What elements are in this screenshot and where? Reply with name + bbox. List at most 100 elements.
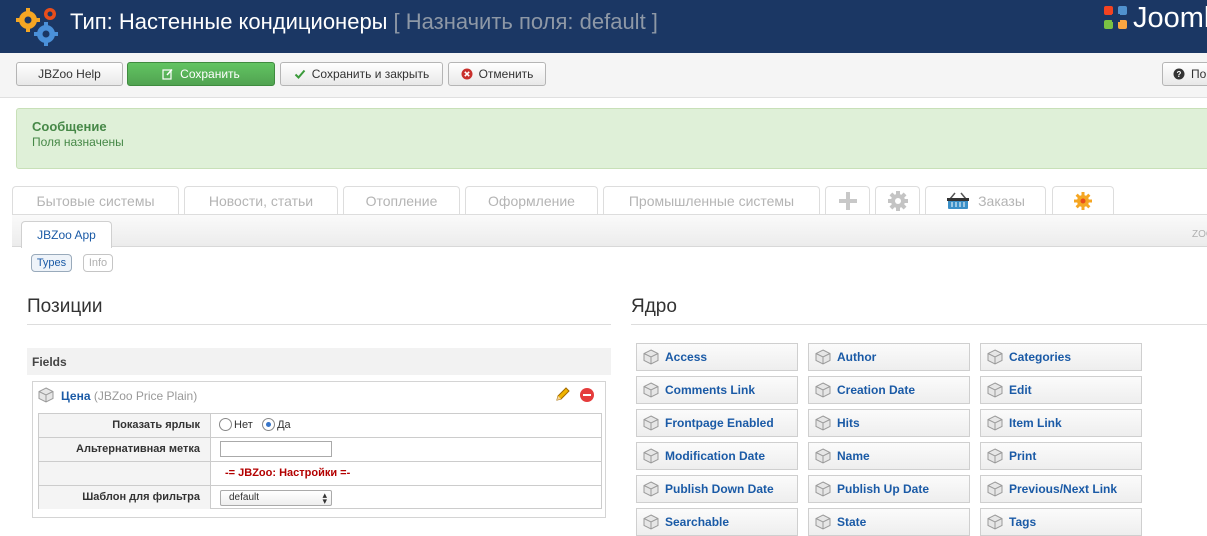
select-arrows-icon: ▴ ▾ bbox=[322, 490, 327, 506]
app-header: Тип: Настенные кондиционеры[ Назначить п… bbox=[0, 0, 1207, 53]
cancel-label: Отменить bbox=[478, 67, 534, 81]
field-title: Цена (JBZoo Price Plain) bbox=[61, 389, 197, 403]
core-element-modification-date[interactable]: Modification Date bbox=[636, 442, 798, 470]
cancel-button[interactable]: Отменить bbox=[448, 62, 546, 86]
core-element-hits[interactable]: Hits bbox=[808, 409, 970, 437]
filter-template-select[interactable]: default ▴ ▾ bbox=[220, 490, 332, 506]
core-element-state[interactable]: State bbox=[808, 508, 970, 536]
filter-template-row: Шаблон для фильтра default ▴ ▾ bbox=[39, 486, 601, 510]
core-element-publish-down-date[interactable]: Publish Down Date bbox=[636, 475, 798, 503]
tab-news-articles[interactable]: Новости, статьи bbox=[184, 186, 338, 215]
radio-yes-label: Да bbox=[277, 418, 291, 431]
tab-design[interactable]: Оформление bbox=[465, 186, 598, 215]
core-element-label: Creation Date bbox=[837, 383, 916, 397]
cube-icon bbox=[815, 448, 831, 464]
alt-label-label: Альтернативная метка bbox=[39, 438, 211, 461]
cube-icon bbox=[643, 349, 659, 365]
options-label: По bbox=[1191, 67, 1207, 81]
cube-icon bbox=[987, 481, 1003, 497]
radio-yes[interactable]: Да bbox=[262, 418, 291, 431]
cube-icon bbox=[987, 382, 1003, 398]
jbzoo-help-button[interactable]: JBZoo Help bbox=[16, 62, 123, 86]
core-element-label: State bbox=[837, 515, 867, 529]
cube-icon bbox=[643, 415, 659, 431]
field-price[interactable]: Цена (JBZoo Price Plain) Показать ярлык … bbox=[32, 381, 606, 518]
core-element-label: Tags bbox=[1009, 515, 1037, 529]
settings-note-spacer bbox=[39, 462, 211, 485]
joomla-logo: Joomla! bbox=[1102, 2, 1207, 36]
core-divider bbox=[631, 324, 1207, 325]
core-element-print[interactable]: Print bbox=[980, 442, 1142, 470]
page-subtitle: [ Назначить поля: default ] bbox=[393, 9, 658, 34]
joomla-icon bbox=[1104, 6, 1127, 29]
cube-icon bbox=[987, 514, 1003, 530]
zoo-label: ZOO bbox=[1192, 229, 1207, 240]
save-button[interactable]: Сохранить bbox=[127, 62, 275, 86]
core-element-comments-link[interactable]: Comments Link bbox=[636, 376, 798, 404]
tab-heating[interactable]: Отопление bbox=[343, 186, 460, 215]
app-tabs: Бытовые системы Новости, статьи Отоплени… bbox=[0, 186, 1207, 215]
cube-icon bbox=[815, 415, 831, 431]
core-element-label: Categories bbox=[1009, 350, 1072, 364]
options-button[interactable]: ? По bbox=[1162, 62, 1207, 86]
core-element-creation-date[interactable]: Creation Date bbox=[808, 376, 970, 404]
positions-divider bbox=[27, 324, 611, 325]
save-label: Сохранить bbox=[180, 67, 240, 81]
tab-jbzoo-app[interactable]: JBZoo App bbox=[21, 221, 112, 248]
settings-note: -= JBZoo: Настройки =- bbox=[225, 467, 351, 479]
info-link[interactable]: Info bbox=[83, 254, 113, 272]
cube-icon bbox=[987, 349, 1003, 365]
cube-icon bbox=[815, 514, 831, 530]
core-element-item-link[interactable]: Item Link bbox=[980, 409, 1142, 437]
core-element-name[interactable]: Name bbox=[808, 442, 970, 470]
pencil-edit-icon[interactable] bbox=[554, 387, 570, 403]
core-element-label: Item Link bbox=[1009, 416, 1062, 430]
tab-settings[interactable] bbox=[875, 186, 920, 215]
fields-heading: Fields bbox=[27, 348, 611, 375]
plus-icon bbox=[838, 192, 857, 210]
core-element-label: Previous/Next Link bbox=[1009, 482, 1118, 496]
field-type: (JBZoo Price Plain) bbox=[93, 389, 198, 403]
tab-orders[interactable]: Заказы bbox=[925, 186, 1046, 215]
success-message: Сообщение Поля назначены bbox=[16, 108, 1207, 169]
core-element-searchable[interactable]: Searchable bbox=[636, 508, 798, 536]
core-element-frontpage-enabled[interactable]: Frontpage Enabled bbox=[636, 409, 798, 437]
core-element-tags[interactable]: Tags bbox=[980, 508, 1142, 536]
types-link[interactable]: Types bbox=[31, 254, 72, 272]
filter-template-value: default bbox=[229, 492, 260, 503]
core-element-categories[interactable]: Categories bbox=[980, 343, 1142, 371]
tab-household-systems[interactable]: Бытовые системы bbox=[12, 186, 179, 215]
svg-text:?: ? bbox=[1177, 70, 1182, 79]
radio-yes-circle bbox=[262, 418, 276, 431]
alt-label-input[interactable] bbox=[220, 441, 332, 457]
core-element-previous-next-link[interactable]: Previous/Next Link bbox=[980, 475, 1142, 503]
save-and-close-button[interactable]: Сохранить и закрыть bbox=[280, 62, 443, 86]
alt-label-row: Альтернативная метка bbox=[39, 438, 601, 462]
core-element-label: Author bbox=[837, 350, 877, 364]
show-label-row: Показать ярлык Нет Да bbox=[39, 414, 601, 438]
settings-note-row: -= JBZoo: Настройки =- bbox=[39, 462, 601, 486]
tab-jbzoo[interactable] bbox=[1052, 186, 1114, 215]
cube-icon bbox=[987, 448, 1003, 464]
core-element-access[interactable]: Access bbox=[636, 343, 798, 371]
joomla-wordmark: Joomla! bbox=[1133, 2, 1207, 34]
tab-industrial-systems[interactable]: Промышленные системы bbox=[603, 186, 820, 215]
core-element-edit[interactable]: Edit bbox=[980, 376, 1142, 404]
tab-add-app[interactable] bbox=[825, 186, 870, 215]
gear-icon bbox=[887, 191, 908, 211]
field-settings: Показать ярлык Нет Да Альтернативная мет… bbox=[38, 413, 602, 509]
help-icon: ? bbox=[1173, 68, 1185, 80]
basket-icon bbox=[947, 192, 970, 209]
cube-icon bbox=[815, 481, 831, 497]
core-element-label: Edit bbox=[1009, 383, 1032, 397]
toolbar: JBZoo Help Сохранить Сохранить и закрыть… bbox=[0, 53, 1207, 98]
cancel-icon bbox=[461, 68, 473, 80]
core-element-label: Publish Down Date bbox=[665, 482, 774, 496]
delete-icon[interactable] bbox=[579, 387, 595, 403]
radio-no[interactable]: Нет bbox=[219, 418, 253, 431]
cube-icon bbox=[38, 387, 54, 403]
core-element-publish-up-date[interactable]: Publish Up Date bbox=[808, 475, 970, 503]
page-title: Тип: Настенные кондиционеры[ Назначить п… bbox=[70, 9, 658, 34]
field-name: Цена bbox=[61, 389, 91, 403]
core-element-author[interactable]: Author bbox=[808, 343, 970, 371]
